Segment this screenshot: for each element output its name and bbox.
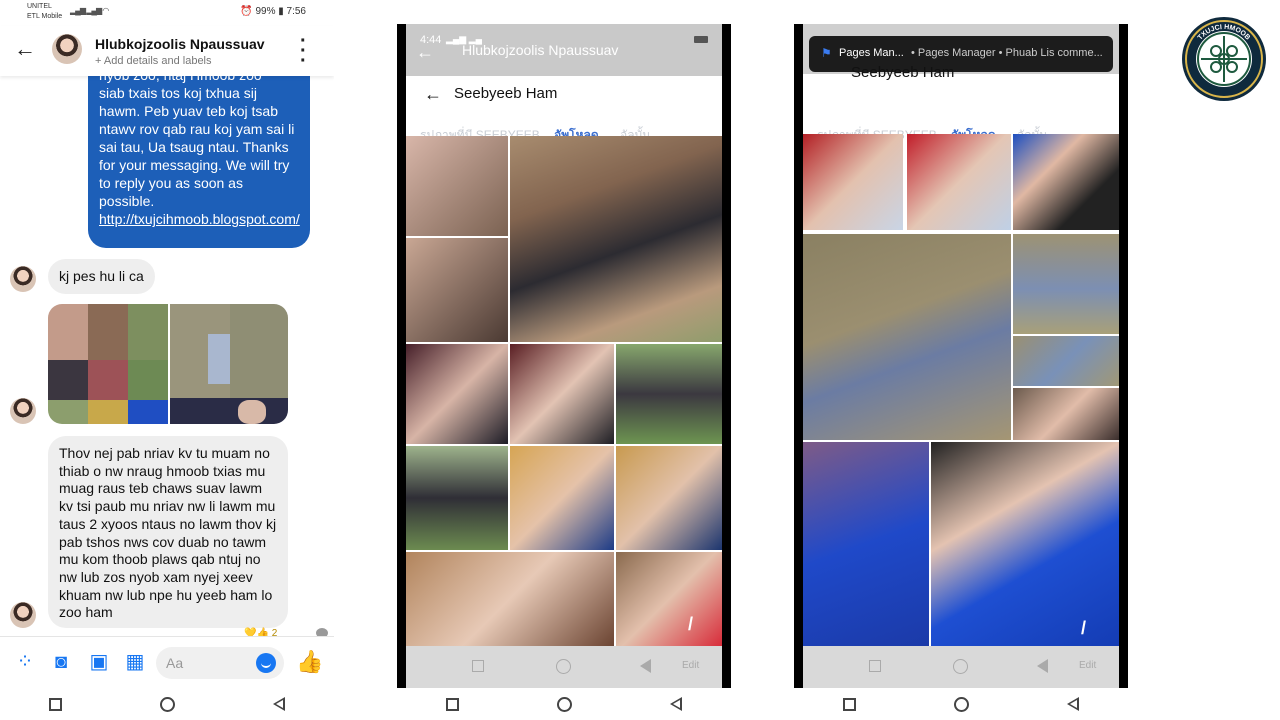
back-icon[interactable] — [1067, 697, 1079, 711]
phone-screen-uploads-2: ⚑ Pages Man... • Pages Manager • Phuab L… — [794, 24, 1128, 688]
recent-apps-icon[interactable] — [446, 697, 459, 711]
status-right: ⏰ 99% ▮ 7:56 — [240, 6, 306, 17]
back-icon[interactable] — [1037, 659, 1048, 673]
phone-screen-uploads: 4:44 ▂▄▆ ▂▄ ← Hlubkojzoolis Npaussuav ← … — [397, 24, 731, 688]
photo-thumb[interactable] — [1013, 336, 1119, 386]
photo-thumb[interactable] — [803, 442, 929, 646]
add-details-link[interactable]: + Add details and labels — [95, 55, 212, 67]
auto-reply-bubble[interactable]: nyob zoo, ntaj Hmoob zoo siab txais tos … — [88, 62, 310, 248]
photo-grid: / — [803, 134, 1119, 646]
phone-nav-bar: Edit — [803, 646, 1119, 688]
blog-link[interactable]: http://txujcihmoob.blogspot.com/ — [99, 210, 300, 228]
home-icon[interactable] — [556, 659, 571, 674]
photo-thumb[interactable] — [616, 344, 722, 444]
calendar-icon[interactable]: ▦ — [124, 651, 146, 673]
back-icon[interactable] — [670, 697, 682, 711]
recent-apps-icon[interactable] — [472, 660, 484, 672]
photo-thumb[interactable] — [1013, 234, 1119, 334]
recent-apps-icon[interactable] — [49, 697, 62, 711]
home-icon[interactable] — [557, 696, 572, 712]
logo-seal-icon: TXUJCI HMOOB — [1182, 17, 1266, 101]
photo-thumb[interactable] — [406, 238, 508, 342]
photo-collage-message[interactable] — [48, 304, 288, 424]
recent-apps-icon[interactable] — [843, 697, 856, 711]
sender-avatar[interactable] — [10, 398, 36, 424]
page-title: Seebyeeb Ham — [454, 85, 558, 102]
edit-label[interactable]: Edit — [1079, 660, 1096, 671]
alarm-icon: ⏰ — [240, 6, 253, 17]
gallery-icon[interactable]: ▣ — [88, 651, 110, 673]
signal-icon: ▂▄▆ ▂▄▆ ◠ — [70, 6, 109, 15]
photo-thumb[interactable] — [510, 446, 614, 550]
txujci-hmoob-logo: TXUJCI HMOOB — [1181, 16, 1267, 102]
photo-thumb[interactable] — [406, 136, 508, 236]
page-title: Seebyeeb Ham — [851, 66, 955, 80]
message-bubble[interactable]: Thov nej pab nriav kv tu muam no thiab o… — [48, 436, 288, 628]
photo-grid: / — [406, 134, 722, 646]
home-icon[interactable] — [160, 696, 175, 712]
compose-bar: ⁘ ◙ ▣ ▦ Aa 👍 — [0, 636, 334, 686]
photo-thumb[interactable] — [1013, 388, 1119, 440]
photo-thumb[interactable] — [406, 446, 508, 550]
photo-thumb[interactable] — [616, 552, 722, 646]
thumbs-up-icon[interactable]: 👍 — [296, 649, 323, 675]
camera-icon[interactable]: ◙ — [50, 651, 72, 673]
edit-label[interactable]: Edit — [682, 660, 699, 671]
android-nav-bar — [397, 688, 731, 720]
back-arrow-icon[interactable]: ← — [416, 42, 434, 63]
sender-avatar[interactable] — [10, 602, 36, 628]
back-icon[interactable] — [273, 697, 285, 711]
photo-thumb[interactable] — [803, 134, 903, 230]
edit-pencil-icon[interactable]: / — [1081, 618, 1086, 639]
phone-nav-bar: Edit — [406, 646, 722, 688]
photo-thumb[interactable] — [1013, 134, 1119, 230]
album-titlebar: ← Seebyeeb Ham — [406, 76, 722, 112]
photo-thumb[interactable] — [510, 136, 722, 342]
back-arrow-icon[interactable]: ← — [424, 84, 442, 105]
pages-manager-flag-icon: ⚑ — [821, 46, 832, 60]
home-icon[interactable] — [953, 659, 968, 674]
carrier-label: UNITEL ETL Mobile — [27, 3, 63, 20]
back-icon[interactable] — [640, 659, 651, 673]
recent-apps-icon[interactable] — [869, 660, 881, 672]
photo-thumb[interactable] — [931, 442, 1119, 646]
apps-grid-icon[interactable]: ⁘ — [14, 651, 36, 673]
photo-thumb[interactable] — [907, 134, 1011, 230]
avatar[interactable] — [52, 34, 82, 64]
home-icon[interactable] — [954, 696, 969, 712]
dimmed-header: 4:44 ▂▄▆ ▂▄ ← Hlubkojzoolis Npaussuav — [406, 24, 722, 76]
android-nav-bar — [0, 688, 334, 720]
edit-pencil-icon[interactable]: / — [688, 614, 693, 635]
photo-thumb[interactable] — [803, 234, 1011, 440]
conversation-header: ← Hlubkojzoolis Npaussuav + Add details … — [0, 26, 334, 76]
photo-thumb[interactable] — [510, 344, 614, 444]
contact-name[interactable]: Hlubkojzoolis Npaussuav — [95, 36, 265, 52]
message-bubble[interactable]: kj pes hu li ca — [48, 259, 155, 294]
emoji-icon[interactable] — [256, 653, 276, 673]
more-options-icon[interactable]: · · · — [300, 31, 307, 71]
album-titlebar: Seebyeeb Ham — [803, 66, 1119, 112]
back-arrow-icon[interactable]: ← — [14, 36, 36, 62]
photo-thumb[interactable] — [406, 344, 508, 444]
battery-icon — [694, 36, 708, 43]
android-nav-bar — [794, 688, 1128, 720]
messenger-conversation: UNITEL ETL Mobile ▂▄▆ ▂▄▆ ◠ ⏰ 99% ▮ 7:56 … — [0, 0, 334, 720]
status-bar: UNITEL ETL Mobile ▂▄▆ ▂▄▆ ◠ ⏰ 99% ▮ 7:56 — [0, 0, 334, 24]
sender-avatar[interactable] — [10, 266, 36, 292]
photo-thumb[interactable] — [616, 446, 722, 550]
photo-thumb[interactable] — [406, 552, 614, 646]
